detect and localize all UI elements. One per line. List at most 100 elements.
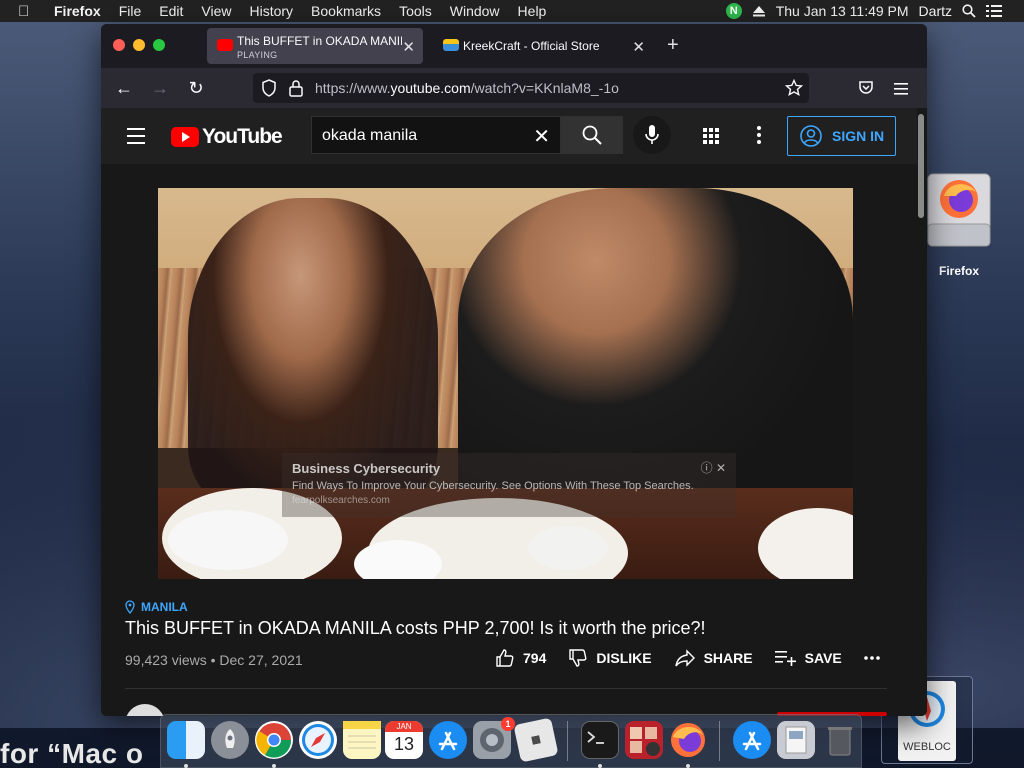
drive-icon <box>926 172 992 250</box>
dock-separator <box>567 721 568 761</box>
menu-help[interactable]: Help <box>518 3 547 19</box>
tab-kreekcraft-store[interactable]: KreekCraft - Official Store ✕ <box>433 28 653 64</box>
youtube-wordmark: YouTube <box>202 125 283 148</box>
menu-history[interactable]: History <box>249 3 293 19</box>
app-store-download-icon[interactable] <box>733 721 771 759</box>
youtube-page: YouTube ✕ SIGN IN <box>101 108 927 716</box>
notes-icon[interactable] <box>343 721 381 759</box>
youtube-header: YouTube ✕ SIGN IN <box>101 108 917 164</box>
menu-bar:  Firefox File Edit View History Bookmar… <box>0 0 1024 22</box>
video-ad-overlay[interactable]: Business Cybersecurity Find Ways To Impr… <box>282 453 736 517</box>
share-arrow-icon <box>674 649 695 667</box>
microphone-icon <box>645 125 659 144</box>
dislike-label: DISLIKE <box>596 650 652 666</box>
tab-title: This BUFFET in OKADA MANILA <box>237 34 402 48</box>
sign-in-button[interactable]: SIGN IN <box>787 116 896 156</box>
close-tab-icon[interactable]: ✕ <box>632 38 645 56</box>
url-text[interactable]: https://www.youtube.com/watch?v=KKnlaM8_… <box>315 80 619 96</box>
control-center-list-icon[interactable] <box>986 5 1002 17</box>
apps-grid-icon[interactable] <box>703 128 719 149</box>
downloads-stack-icon[interactable] <box>777 721 815 759</box>
store-favicon-icon <box>443 39 459 51</box>
app-store-icon[interactable] <box>429 721 467 759</box>
desktop-firefox-icon[interactable]: Firefox <box>926 172 992 278</box>
apple-icon[interactable]:  <box>18 3 54 20</box>
close-tab-icon[interactable]: ✕ <box>402 38 415 56</box>
video-actions: 794 DISLIKE SHARE SAVE <box>495 648 902 668</box>
more-actions-button[interactable] <box>863 656 880 660</box>
back-arrow-icon[interactable]: ← <box>113 78 135 99</box>
search-button[interactable] <box>561 116 623 154</box>
safari-compass-icon[interactable] <box>299 721 337 759</box>
settings-more-icon[interactable] <box>757 126 761 149</box>
menu-file[interactable]: File <box>119 3 142 19</box>
video-title: This BUFFET in OKADA MANILA costs PHP 2,… <box>125 618 706 638</box>
search-icon <box>582 125 602 145</box>
ad-close-icon[interactable]: ⓘ ✕ <box>701 459 726 476</box>
video-player[interactable]: Business Cybersecurity Find Ways To Impr… <box>158 188 853 579</box>
playlist-add-icon <box>774 651 796 666</box>
pocket-icon[interactable] <box>855 80 877 101</box>
roblox-icon[interactable] <box>513 717 559 763</box>
search-input[interactable] <box>322 125 522 147</box>
firefox-dock-icon[interactable] <box>669 721 707 759</box>
voice-search-button[interactable] <box>633 116 671 154</box>
new-tab-icon[interactable]: + <box>667 34 679 57</box>
video-views-date: 99,423 views • Dec 27, 2021 <box>125 652 303 668</box>
notification-badge: 1 <box>501 717 515 731</box>
photo-booth-icon[interactable] <box>625 721 663 759</box>
channel-avatar[interactable] <box>125 704 165 716</box>
menubar-user[interactable]: Dartz <box>919 3 952 19</box>
calendar-icon[interactable]: JAN 13 <box>385 721 423 759</box>
trash-icon[interactable] <box>821 721 859 759</box>
scrollbar-thumb[interactable] <box>918 114 924 218</box>
dislike-button[interactable]: DISLIKE <box>568 648 652 668</box>
youtube-logo[interactable]: YouTube <box>171 125 283 149</box>
account-icon <box>800 125 822 147</box>
ad-text: Find Ways To Improve Your Cybersecurity.… <box>292 480 694 492</box>
thumbs-up-icon <box>496 649 514 667</box>
guide-menu-icon[interactable] <box>127 128 145 149</box>
menu-edit[interactable]: Edit <box>159 3 183 19</box>
forward-arrow-icon[interactable]: → <box>149 78 171 99</box>
location-pin-icon <box>125 600 135 614</box>
status-app-icon[interactable]: N <box>725 3 742 19</box>
menu-tools[interactable]: Tools <box>399 3 432 19</box>
menubar-clock[interactable]: Thu Jan 13 11:49 PM <box>776 3 909 19</box>
lock-icon[interactable] <box>289 79 303 102</box>
minimize-window-button[interactable] <box>133 39 145 51</box>
clear-search-icon[interactable]: ✕ <box>533 124 550 149</box>
eject-icon[interactable] <box>752 5 766 17</box>
tab-bar: This BUFFET in OKADA MANILA PLAYING ✕ Kr… <box>101 24 927 68</box>
like-button[interactable]: 794 <box>495 648 546 668</box>
reload-icon[interactable]: ↻ <box>185 78 207 99</box>
youtube-favicon-icon <box>217 39 233 51</box>
save-button[interactable]: SAVE <box>774 650 842 666</box>
video-frame-cup <box>168 510 288 570</box>
bookmark-star-icon[interactable] <box>784 78 804 102</box>
shield-icon[interactable] <box>261 79 277 102</box>
location-link[interactable]: MANILA <box>125 600 188 614</box>
terminal-icon[interactable] <box>581 721 619 759</box>
running-indicator <box>184 764 188 768</box>
location-label: MANILA <box>141 600 188 614</box>
share-button[interactable]: SHARE <box>674 649 753 667</box>
menu-window[interactable]: Window <box>450 3 500 19</box>
menu-app-firefox[interactable]: Firefox <box>54 3 101 19</box>
app-menu-icon[interactable] <box>891 80 913 101</box>
launchpad-rocket-icon[interactable] <box>211 721 249 759</box>
tab-youtube-video[interactable]: This BUFFET in OKADA MANILA PLAYING ✕ <box>207 28 423 64</box>
chrome-icon[interactable] <box>255 721 293 759</box>
calendar-month: JAN <box>385 721 423 732</box>
close-window-button[interactable] <box>113 39 125 51</box>
finder-icon[interactable] <box>167 721 205 759</box>
youtube-play-icon <box>171 127 199 147</box>
calendar-day: 13 <box>393 734 415 754</box>
save-label: SAVE <box>804 650 842 666</box>
menu-bookmarks[interactable]: Bookmarks <box>311 3 381 19</box>
zoom-window-button[interactable] <box>153 39 165 51</box>
sign-in-label: SIGN IN <box>832 128 885 144</box>
spotlight-search-icon[interactable] <box>962 4 976 18</box>
url-bar[interactable]: https://www.youtube.com/watch?v=KKnlaM8_… <box>253 73 809 103</box>
menu-view[interactable]: View <box>201 3 231 19</box>
